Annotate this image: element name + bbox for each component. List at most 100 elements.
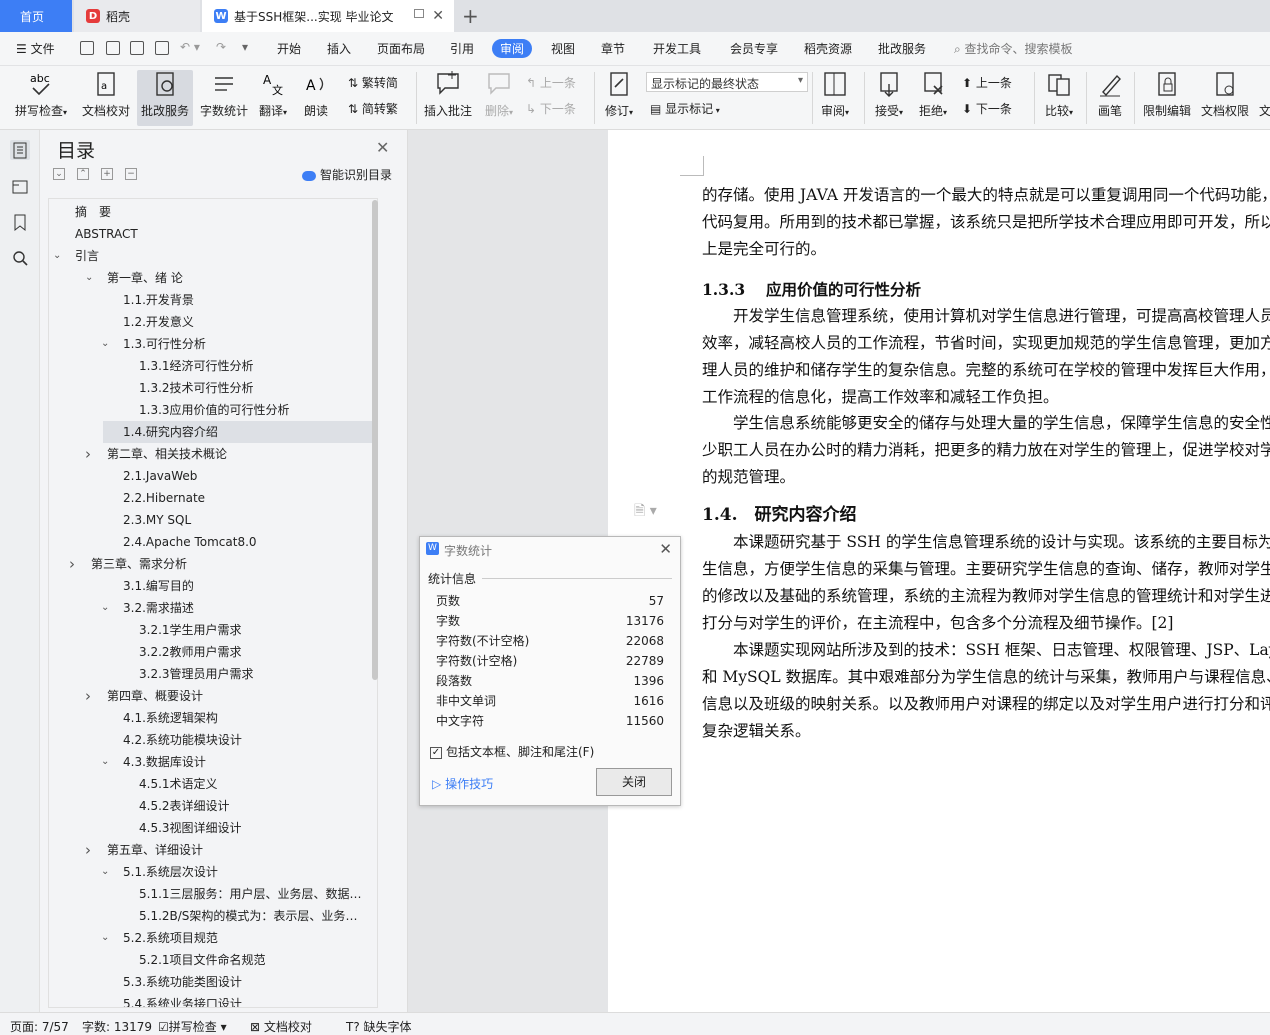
search-icon[interactable] <box>10 248 30 268</box>
delete-comment-button[interactable]: 删除▾ <box>480 70 518 119</box>
toc-item[interactable]: 1.3.2技术可行性分析 <box>129 377 365 399</box>
toc-item[interactable]: ABSTRACT <box>65 223 365 245</box>
toc-item[interactable]: 5.1.2B/S架构的模式为：表示层、业务层... <box>129 905 365 927</box>
chevron-down-icon[interactable]: ⌄ <box>53 245 61 267</box>
toc-item[interactable]: 5.2.1项目文件命名规范 <box>129 949 365 971</box>
toc-scrollbar[interactable] <box>372 200 378 680</box>
redo-icon[interactable]: ↷ <box>216 40 226 54</box>
doc-proof-button[interactable]: a 文档校对 <box>80 70 132 119</box>
toc-item[interactable]: 4.2.系统功能模块设计 <box>113 729 365 751</box>
toc-item[interactable]: 1.1.开发背景 <box>113 289 365 311</box>
toc-item[interactable]: 1.3.可行性分析 <box>113 333 365 355</box>
spellcheck-button[interactable]: abc 拼写检查▾ <box>10 70 72 119</box>
add-heading-icon[interactable]: + <box>101 168 113 180</box>
doc-permission-button[interactable]: 文档权限 <box>1198 70 1252 119</box>
word-count-status[interactable]: 字数: 13179 <box>82 1018 152 1035</box>
restrict-edit-button[interactable]: 限制编辑 <box>1140 70 1194 119</box>
chevron-down-icon[interactable]: ⌄ <box>101 927 109 949</box>
paragraph-options-icon[interactable]: 🗎 ▾ <box>634 500 657 524</box>
tab-pin-icon[interactable] <box>414 9 424 18</box>
toc-item[interactable]: 3.2.2教师用户需求 <box>129 641 365 663</box>
remove-heading-icon[interactable]: − <box>125 168 137 180</box>
proof-status[interactable]: ⊠ 文档校对 <box>250 1018 312 1035</box>
menu-member[interactable]: 会员专享 <box>730 40 778 57</box>
toc-item[interactable]: 1.4.研究内容介绍 <box>103 421 377 443</box>
tab-document[interactable]: W 基于SSH框架...实现 毕业论文 ✕ <box>202 0 454 32</box>
toc-item[interactable]: 摘 要 <box>65 201 365 223</box>
document-page[interactable]: 的存储。使用 JAVA 开发语言的一个最大的特点就是可以重复调用同一个代码功能，… <box>608 130 1270 1012</box>
to-traditional-button[interactable]: ⇅ 繁转简 <box>348 74 398 91</box>
export-pdf-icon[interactable] <box>106 41 120 55</box>
undo-icon[interactable]: ↶ ▾ <box>180 40 200 54</box>
menu-reference[interactable]: 引用 <box>450 40 474 57</box>
overflow-button[interactable]: 文 <box>1258 70 1270 119</box>
accept-button[interactable]: 接受▾ <box>870 70 908 119</box>
toc-item[interactable]: 2.2.Hibernate <box>113 487 365 509</box>
toc-item[interactable]: 1.2.开发意义 <box>113 311 365 333</box>
save-icon[interactable] <box>80 41 94 55</box>
toc-close-icon[interactable]: ✕ <box>376 138 389 157</box>
toc-item[interactable]: 4.5.2表详细设计 <box>129 795 365 817</box>
new-tab-icon[interactable]: + <box>462 4 479 28</box>
bookmark-icon[interactable] <box>10 212 30 232</box>
toc-item[interactable]: 5.1.1三层服务：用户层、业务层、数据层... <box>129 883 365 905</box>
print-icon[interactable] <box>130 41 144 55</box>
chapter-nav-icon[interactable] <box>10 176 30 196</box>
print-preview-icon[interactable] <box>155 41 169 55</box>
toc-item[interactable]: 4.1.系统逻辑架构 <box>113 707 365 729</box>
translate-button[interactable]: A文 翻译▾ <box>255 70 291 119</box>
toc-item[interactable]: 3.2.1学生用户需求 <box>129 619 365 641</box>
pen-button[interactable]: 画笔 <box>1094 70 1126 119</box>
toc-item[interactable]: 第三章、需求分析 <box>81 553 365 575</box>
toc-item[interactable]: 5.1.系统层次设计 <box>113 861 365 883</box>
menu-daoke-resources[interactable]: 稻壳资源 <box>804 40 852 57</box>
more-icon[interactable]: ▾ <box>242 40 248 54</box>
chevron-down-icon[interactable]: ⌄ <box>101 597 109 619</box>
toc-item[interactable]: 第一章、绪 论 <box>97 267 365 289</box>
insert-comment-button[interactable]: 插入批注 <box>422 70 474 119</box>
toc-item[interactable]: 第二章、相关技术概论 <box>97 443 365 465</box>
toc-item[interactable]: 4.3.数据库设计 <box>113 751 365 773</box>
toc-item[interactable]: 3.2.3管理员用户需求 <box>129 663 365 685</box>
toc-item[interactable]: 4.5.1术语定义 <box>129 773 365 795</box>
toc-item[interactable]: 5.3.系统功能类图设计 <box>113 971 365 993</box>
menu-start[interactable]: 开始 <box>277 40 301 57</box>
chevron-down-icon[interactable]: ⌄ <box>101 751 109 773</box>
expand-icon[interactable]: ⌃ <box>77 168 89 180</box>
chevron-right-icon[interactable]: › <box>85 685 91 707</box>
toc-item[interactable]: 第四章、概要设计 <box>97 685 365 707</box>
file-menu[interactable]: ☰ 文件 <box>16 40 55 57</box>
markup-mode-select[interactable]: 显示标记的最终状态 <box>646 72 808 92</box>
toc-item[interactable]: 1.3.1经济可行性分析 <box>129 355 365 377</box>
to-simplified-button[interactable]: ⇅ 简转繁 <box>348 100 398 117</box>
include-notes-checkbox[interactable]: ✓ 包括文本框、脚注和尾注(F) <box>430 743 594 760</box>
review-pane-button[interactable]: 审阅▾ <box>816 70 854 119</box>
toc-item[interactable]: 1.3.3应用价值的可行性分析 <box>129 399 365 421</box>
track-changes-button[interactable]: 修订▾ <box>600 70 638 119</box>
collapse-icon[interactable]: ⌄ <box>53 168 65 180</box>
toc-item[interactable]: 2.1.JavaWeb <box>113 465 365 487</box>
close-button[interactable]: 关闭 <box>596 768 672 796</box>
toc-item[interactable]: 2.3.MY SQL <box>113 509 365 531</box>
toc-item[interactable]: 引言 <box>65 245 365 267</box>
read-aloud-button[interactable]: A 朗读 <box>300 70 332 119</box>
chevron-down-icon[interactable]: ⌄ <box>101 861 109 883</box>
page-indicator[interactable]: 页面: 7/57 <box>10 1018 69 1035</box>
spellcheck-status[interactable]: ☑拼写检查 ▾ <box>158 1018 227 1035</box>
toc-item[interactable]: 5.2.系统项目规范 <box>113 927 365 949</box>
toc-item[interactable]: 5.4.系统业务接口设计 <box>113 993 365 1007</box>
menu-section[interactable]: 章节 <box>601 40 625 57</box>
toc-item[interactable]: 3.2.需求描述 <box>113 597 365 619</box>
menu-view[interactable]: 视图 <box>551 40 575 57</box>
toc-item[interactable]: 2.4.Apache Tomcat8.0 <box>113 531 365 553</box>
review-service-button[interactable]: 批改服务 <box>137 70 193 126</box>
menu-insert[interactable]: 插入 <box>327 40 351 57</box>
prev-comment-button[interactable]: ↰ 上一条 <box>526 74 576 91</box>
chevron-down-icon[interactable]: ⌄ <box>101 333 109 355</box>
tab-home[interactable]: 首页 <box>0 0 72 32</box>
menu-layout[interactable]: 页面布局 <box>377 40 425 57</box>
smart-toc-button[interactable]: 智能识别目录 <box>302 166 392 183</box>
chevron-right-icon[interactable]: › <box>85 839 91 861</box>
missing-font-status[interactable]: T? 缺失字体 <box>346 1018 412 1035</box>
next-comment-button[interactable]: ↳ 下一条 <box>526 100 576 117</box>
